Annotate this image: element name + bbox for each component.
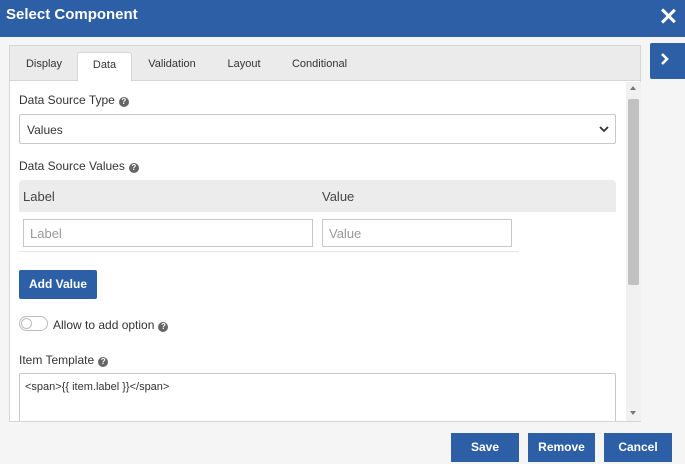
data-source-type-select[interactable]: Values [19,114,616,144]
chevron-right-icon [661,53,669,65]
tab-content: Data Source Type? Values Data Source Val… [10,82,626,421]
save-button[interactable]: Save [451,433,519,462]
allow-add-option-toggle[interactable] [19,316,48,331]
table-row: Label Value [19,212,519,252]
item-template-textarea[interactable]: <span>{{ item.label }}</span> [19,373,616,421]
value-input[interactable]: Value [322,219,512,247]
tab-bar: Display Data Validation Layout Condition… [10,46,640,82]
question-circle-icon: ? [98,357,109,367]
values-table-header: Label Value [19,180,616,212]
question-circle-icon: ? [128,163,139,173]
remove-button[interactable]: Remove [528,433,595,462]
tab-validation[interactable]: Validation [138,52,206,82]
label-input[interactable]: Label [23,219,313,247]
scroll-down-arrow-icon[interactable] [630,411,636,415]
question-circle-icon: ? [158,322,169,332]
item-template-label: Item Template? [19,353,109,367]
tab-display[interactable]: Display [14,52,74,82]
scrollbar-thumb[interactable] [628,99,639,285]
cancel-button[interactable]: Cancel [604,433,672,462]
add-value-button[interactable]: Add Value [19,270,97,299]
close-icon[interactable] [659,7,677,25]
chevron-down-icon [599,126,609,133]
column-header-value: Value [322,189,355,204]
side-panel-toggle-button[interactable] [650,43,685,79]
toggle-knob [21,318,32,329]
data-source-type-label: Data Source Type? [19,93,129,107]
vertical-scrollbar[interactable] [626,82,641,421]
question-circle-icon: ? [118,97,129,107]
column-header-label: Label [23,189,55,204]
scroll-up-arrow-icon[interactable] [630,86,636,90]
tab-layout[interactable]: Layout [218,52,270,82]
component-settings-panel: Display Data Validation Layout Condition… [9,45,641,422]
allow-add-option-label: Allow to add option? [53,318,169,332]
tab-conditional[interactable]: Conditional [282,52,357,82]
tab-data[interactable]: Data [77,52,132,82]
data-source-values-label: Data Source Values? [19,159,139,173]
dialog-title: Select Component [6,6,138,23]
dialog-header: Select Component [0,0,685,37]
